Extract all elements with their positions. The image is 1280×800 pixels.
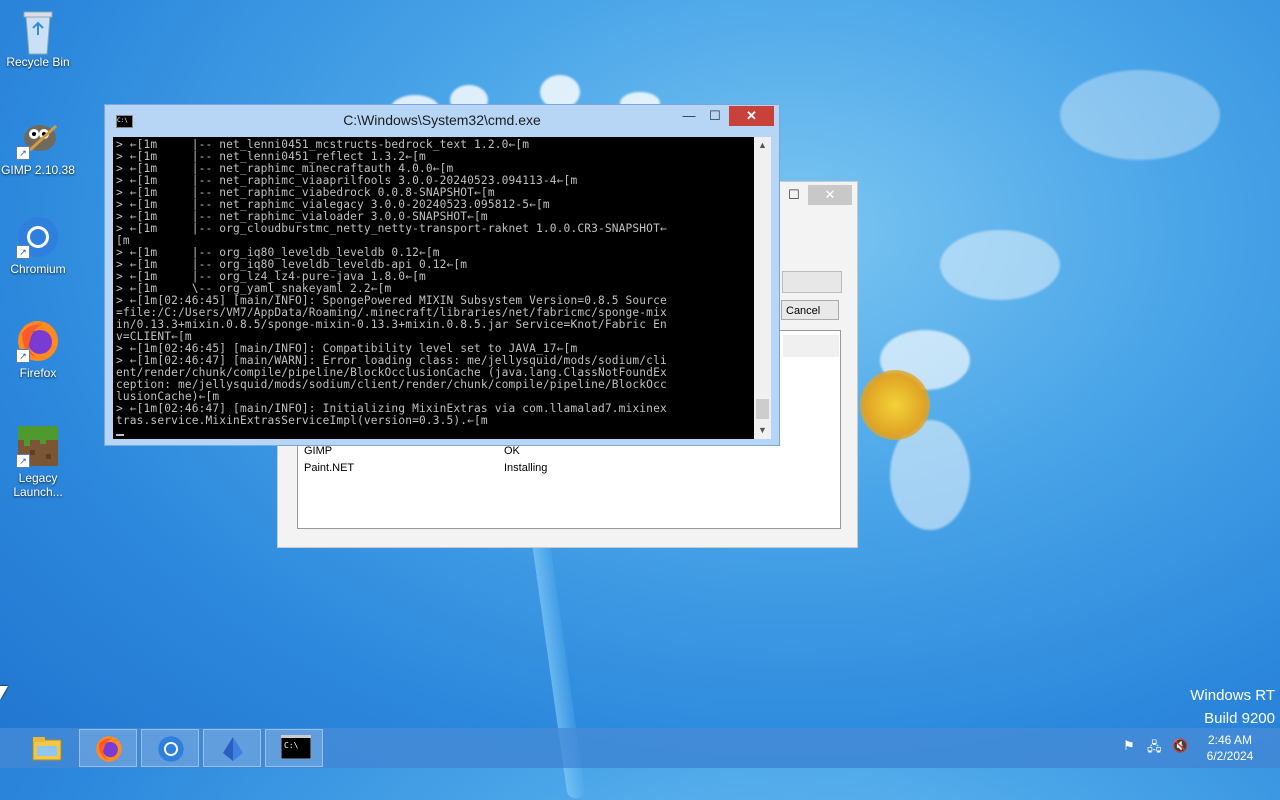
taskbar-crystal-app[interactable] xyxy=(203,729,261,767)
volume-muted-icon[interactable]: 🔇 xyxy=(1172,738,1188,754)
taskbar-chromium[interactable] xyxy=(141,729,199,767)
gimp-icon: ↗ xyxy=(16,116,60,160)
vertical-scrollbar[interactable]: ▲ ▼ xyxy=(754,137,771,439)
console-output[interactable]: > ←[1m |-- net_lenni0451_mcstructs-bedro… xyxy=(113,137,754,439)
desktop-icon-label: GIMP 2.10.38 xyxy=(1,163,75,177)
clock-time: 2:46 AM xyxy=(1207,733,1253,747)
file-explorer-icon xyxy=(32,734,62,762)
clock-date: 6/2/2024 xyxy=(1206,749,1254,763)
chromium-icon xyxy=(157,735,185,763)
taskbar-cmd[interactable]: C:\ xyxy=(265,729,323,767)
desktop-icon-label: Recycle Bin xyxy=(6,55,70,69)
taskbar: C:\ ⚑ 🖧 🔇 2:46 AM 6/2/2024 xyxy=(0,728,1280,768)
wallpaper-petal xyxy=(1060,70,1220,160)
close-button[interactable]: ✕ xyxy=(729,106,774,126)
taskbar-firefox[interactable] xyxy=(79,729,137,767)
firefox-icon: ↗ xyxy=(16,319,60,363)
list-item[interactable]: GIMP OK xyxy=(304,445,520,457)
taskbar-file-explorer[interactable] xyxy=(17,729,75,767)
wallpaper-flower-center xyxy=(860,370,930,440)
close-button[interactable]: ✕ xyxy=(808,185,852,205)
wallpaper-petal xyxy=(940,230,1060,300)
shortcut-arrow-icon: ↗ xyxy=(16,349,30,363)
desktop-icon-chromium[interactable]: ↗ Chromium xyxy=(0,215,76,276)
shortcut-arrow-icon: ↗ xyxy=(16,146,30,160)
chromium-icon: ↗ xyxy=(16,215,60,259)
scroll-down-arrow-icon[interactable]: ▼ xyxy=(754,422,771,439)
desktop-icon-label: Legacy Launch... xyxy=(13,471,63,499)
clock[interactable]: 2:46 AM 6/2/2024 xyxy=(1190,732,1270,764)
firefox-icon xyxy=(95,735,123,763)
cancel-button[interactable]: Cancel xyxy=(781,300,839,320)
svg-text:C:\: C:\ xyxy=(284,741,299,750)
minimize-button[interactable]: — xyxy=(677,106,701,126)
desktop-icon-label: Firefox xyxy=(19,366,57,380)
watermark-build: Build 9200 xyxy=(1204,710,1275,727)
windows-watermark: Windows RT Build 9200 xyxy=(1190,684,1275,730)
cmd-window: C:\ C:\Windows\System32\cmd.exe — ☐ ✕ > … xyxy=(104,104,780,446)
progress-field xyxy=(782,271,842,293)
mouse-pointer-icon xyxy=(0,686,8,700)
console-text: > ←[1m |-- net_lenni0451_mcstructs-bedro… xyxy=(116,138,667,427)
text-cursor xyxy=(116,434,124,436)
desktop-icon-gimp[interactable]: ↗ GIMP 2.10.38 xyxy=(0,116,76,177)
maximize-button[interactable]: ☐ xyxy=(703,106,727,126)
app-status: OK xyxy=(504,445,520,457)
recycle-bin-icon xyxy=(16,8,60,55)
shortcut-arrow-icon: ↗ xyxy=(16,245,30,259)
watermark-edition: Windows RT xyxy=(1190,687,1275,704)
list-header xyxy=(783,335,839,357)
app-status: Installing xyxy=(504,462,548,474)
maximize-button[interactable]: ☐ xyxy=(783,185,805,205)
app-name: Paint.NET xyxy=(304,462,355,474)
action-center-flag-icon[interactable]: ⚑ xyxy=(1123,738,1135,754)
cmd-icon: C:\ xyxy=(280,734,312,763)
app-crystal-icon xyxy=(219,735,247,763)
network-icon[interactable]: 🖧 xyxy=(1147,738,1162,760)
desktop-icon-firefox[interactable]: ↗ Firefox xyxy=(0,319,76,380)
app-name: GIMP xyxy=(304,445,333,457)
desktop-icon-label: Chromium xyxy=(10,262,66,276)
list-item[interactable]: Paint.NET Installing xyxy=(304,462,547,474)
scrollbar-thumb[interactable] xyxy=(756,399,769,419)
scroll-up-arrow-icon[interactable]: ▲ xyxy=(754,137,771,154)
shortcut-arrow-icon: ↗ xyxy=(16,454,30,468)
minecraft-grass-block-icon: ↗ xyxy=(16,424,60,468)
title-bar[interactable]: C:\ C:\Windows\System32\cmd.exe — ☐ ✕ xyxy=(105,105,779,135)
desktop-icon-legacy-launcher[interactable]: ↗ Legacy Launch... xyxy=(0,424,76,499)
desktop-icon-recycle-bin[interactable]: Recycle Bin xyxy=(0,8,76,69)
